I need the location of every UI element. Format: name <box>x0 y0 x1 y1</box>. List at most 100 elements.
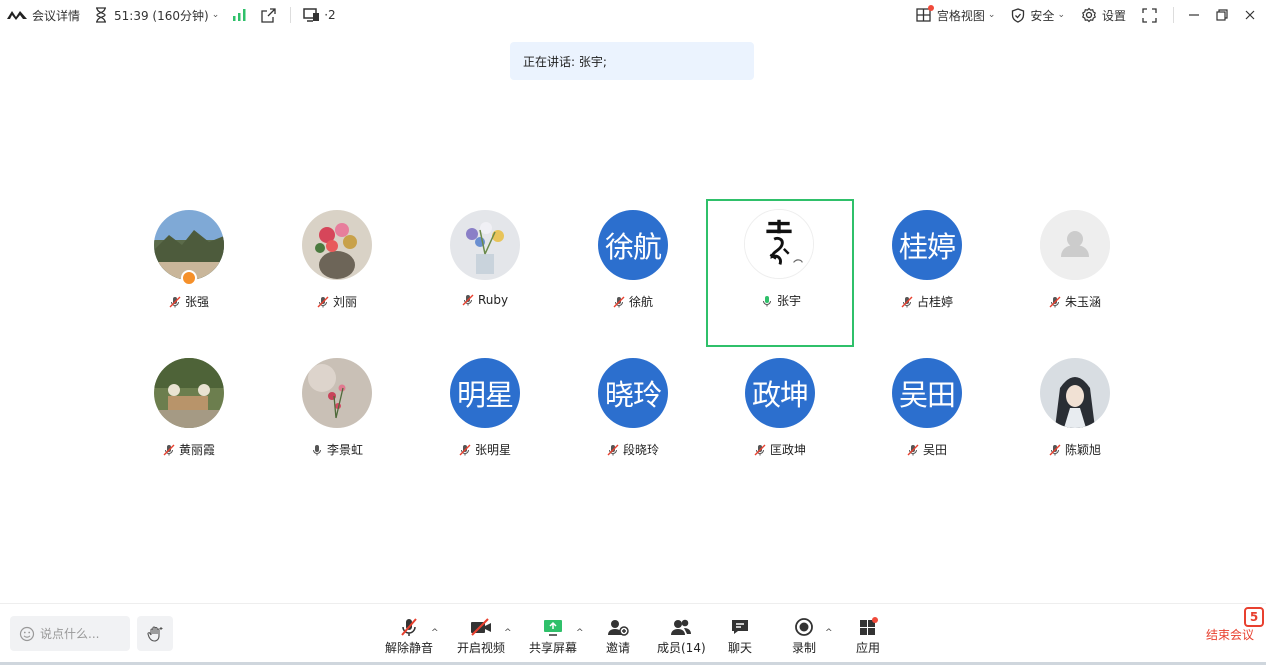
mic-muted-icon <box>459 444 471 455</box>
share-options-chevron-icon[interactable]: ^ <box>576 628 584 638</box>
mic-muted-icon <box>462 294 474 306</box>
participant-tile[interactable]: 刘丽 <box>264 200 410 346</box>
security-button[interactable]: 安全 ⌄ <box>1011 7 1065 24</box>
close-icon <box>1245 10 1255 20</box>
participant-tile[interactable]: 晓玲 段晓玲 <box>560 348 706 494</box>
avatar: 政坤 <box>745 358 815 428</box>
members-button[interactable]: 成员(14) <box>657 616 706 656</box>
chevron-down-icon: ⌄ <box>987 10 996 20</box>
mic-muted-icon <box>607 444 619 455</box>
fullscreen-button[interactable] <box>1142 7 1157 23</box>
audio-options-chevron-icon[interactable]: ^ <box>431 628 439 638</box>
participant-tile[interactable]: 黄丽霞 <box>116 348 262 494</box>
avatar: 徐航 <box>598 210 668 280</box>
network-signal[interactable] <box>233 9 247 21</box>
minimize-button[interactable] <box>1188 9 1200 21</box>
participant-tile-active-speaker[interactable]: 张宇 <box>706 199 854 347</box>
mic-muted-icon <box>401 618 417 636</box>
close-button[interactable] <box>1244 9 1256 21</box>
participant-name: 朱玉涵 <box>1002 293 1148 310</box>
default-user-icon <box>1040 210 1110 280</box>
hourglass-icon <box>96 7 107 23</box>
restore-icon <box>1216 9 1228 21</box>
minimize-icon <box>1189 14 1199 16</box>
avatar: 晓玲 <box>598 358 668 428</box>
participant-name: 徐航 <box>560 293 706 310</box>
chat-input[interactable]: 说点什么... <box>10 616 130 651</box>
mic-muted-icon <box>163 444 175 455</box>
avatar <box>450 210 520 280</box>
avatar <box>1040 358 1110 428</box>
participant-tile[interactable]: 吴田 吴田 <box>854 348 1000 494</box>
security-label: 安全 <box>1030 8 1055 23</box>
apps-button[interactable]: 应用 <box>856 616 880 656</box>
speaking-indicator: 正在讲话: 张宇; <box>510 42 754 80</box>
meeting-details-button[interactable]: 会议详情 <box>6 7 80 24</box>
restore-button[interactable] <box>1216 9 1228 21</box>
start-video-button[interactable]: 开启视频 <box>457 616 505 656</box>
devices-icon <box>303 8 320 22</box>
video-off-icon <box>471 618 491 636</box>
participant-tile[interactable]: 张强 <box>116 200 262 346</box>
members-icon <box>671 619 692 635</box>
participant-tile[interactable]: 陈颖旭 <box>1002 348 1148 494</box>
unmute-button[interactable]: 解除静音 <box>385 616 433 656</box>
mic-icon <box>312 444 321 455</box>
emoji-icon <box>19 626 35 641</box>
settings-button[interactable]: 设置 <box>1081 7 1126 24</box>
start-video-label: 开启视频 <box>457 641 506 655</box>
participant-name: 张明星 <box>412 441 558 458</box>
view-mode-button[interactable]: 宫格视图 ⌄ <box>916 5 996 24</box>
mic-speaking-icon <box>762 295 771 306</box>
host-badge-icon <box>181 270 197 286</box>
record-options-chevron-icon[interactable]: ^ <box>825 628 833 638</box>
participant-name: 张宇 <box>708 292 854 309</box>
record-icon <box>795 618 813 636</box>
avatar <box>154 358 224 428</box>
participant-tile[interactable]: 朱玉涵 <box>1002 200 1148 346</box>
invite-label: 邀请 <box>606 641 631 655</box>
invite-button[interactable]: 邀请 <box>606 616 630 656</box>
gear-icon <box>1082 7 1096 23</box>
share-screen-label: 共享屏幕 <box>529 641 578 655</box>
mic-muted-icon <box>901 296 913 307</box>
participant-tile[interactable]: 明星 张明星 <box>412 348 558 494</box>
mic-muted-icon <box>613 296 625 307</box>
shield-icon <box>1012 7 1025 23</box>
participant-name: 吴田 <box>854 441 1000 458</box>
participant-name: 张强 <box>116 293 262 310</box>
participant-tile[interactable]: 政坤 匡政坤 <box>707 348 853 494</box>
avatar: 明星 <box>450 358 520 428</box>
device-count[interactable]: ·2 <box>303 8 336 22</box>
participant-tile[interactable]: 徐航 徐航 <box>560 200 706 346</box>
share-screen-button[interactable]: 共享屏幕 <box>529 616 577 656</box>
chat-icon <box>732 620 748 634</box>
participant-name: 段晓玲 <box>560 441 706 458</box>
participant-tile[interactable]: Ruby <box>412 200 558 346</box>
participant-name: 李景虹 <box>264 441 410 458</box>
device-count-label: ·2 <box>324 8 336 22</box>
external-link-icon <box>261 7 276 23</box>
raise-hand-button[interactable] <box>137 616 173 651</box>
mic-muted-icon <box>1049 296 1061 307</box>
meeting-timer[interactable]: 51:39 (160分钟) ⌄ <box>94 7 219 24</box>
participant-name: 匡政坤 <box>707 441 853 458</box>
participant-tile[interactable]: 桂婷 占桂婷 <box>854 200 1000 346</box>
apps-label: 应用 <box>856 641 881 655</box>
signal-bars-icon <box>233 9 246 21</box>
mic-muted-icon <box>1049 444 1061 455</box>
fullscreen-icon <box>1142 7 1157 23</box>
popout-button[interactable] <box>261 7 276 23</box>
record-label: 录制 <box>792 641 817 655</box>
participant-tile[interactable]: 李景虹 <box>264 348 410 494</box>
chat-label: 聊天 <box>728 641 753 655</box>
apps-grid-icon <box>860 617 878 635</box>
video-options-chevron-icon[interactable]: ^ <box>504 628 512 638</box>
participant-name: 黄丽霞 <box>116 441 262 458</box>
record-button[interactable]: 录制 <box>792 616 816 656</box>
add-user-icon <box>608 620 629 636</box>
avatar: 桂婷 <box>892 210 962 280</box>
end-meeting-shortcut[interactable]: 5 <box>1244 607 1264 627</box>
end-meeting-button[interactable]: 结束会议 <box>1206 626 1254 643</box>
chat-button[interactable]: 聊天 <box>728 616 752 656</box>
